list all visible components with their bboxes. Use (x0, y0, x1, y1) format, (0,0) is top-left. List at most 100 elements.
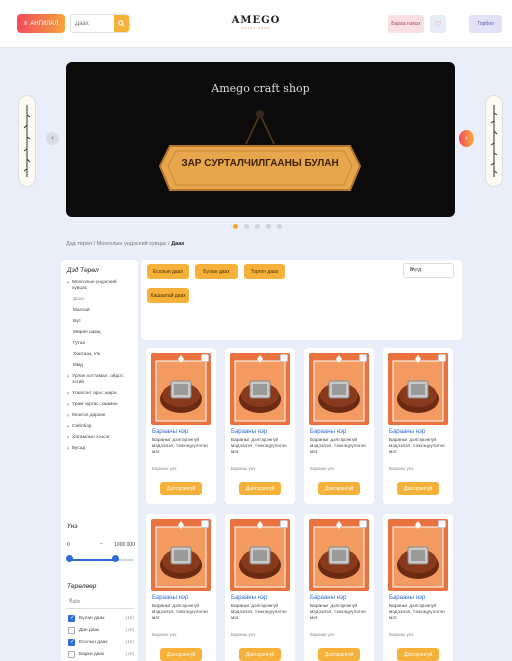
banner-next-button[interactable]: › (459, 130, 474, 147)
pagination-dot[interactable] (277, 224, 282, 229)
product-name[interactable]: Барааны нэр (231, 595, 267, 601)
favorite-button[interactable]: ♡ (280, 520, 288, 528)
filter-tag[interactable]: Торгон даах (244, 264, 285, 279)
pagination-dot[interactable] (233, 224, 238, 229)
sidebar-item[interactable]: ‹ Монголын үндэсний хувцас (67, 280, 132, 292)
favorite-button[interactable]: ♡ (359, 354, 367, 362)
product-name[interactable]: Барааны нэр (389, 429, 425, 435)
category-button[interactable]: ≡ АНГИЛАЛ (17, 14, 65, 33)
type-filter-option-label: Дан даах (79, 628, 100, 633)
chevron-left-icon: ‹ (67, 402, 69, 408)
details-button[interactable]: Дэлгэрэнгүй (318, 648, 360, 661)
checkbox[interactable] (68, 651, 75, 658)
type-filter-option-count: (10) (125, 616, 134, 621)
type-filter-option[interactable]: Бүлан даах (10) (68, 614, 134, 623)
filter-tag[interactable]: Бүлан даах (195, 264, 238, 279)
checkbox[interactable] (68, 638, 75, 646)
sidebar-item[interactable]: ‹ Угаасонт арьс шира (67, 391, 132, 397)
product-card[interactable]: ♡ Барааны нэр Бараныг дэлгэрэнгүй мэдээлэл… (304, 348, 374, 504)
product-name[interactable]: Барааны нэр (152, 429, 188, 435)
sidebar-item[interactable]: Гутал (67, 341, 132, 347)
favorite-button[interactable]: ♡ (438, 354, 446, 362)
product-card[interactable]: ♡ Барааны нэр Бараныг дэлгэрэнгүй мэдээлэл… (146, 348, 216, 504)
product-image[interactable] (151, 519, 211, 591)
filter-tag[interactable]: Хашаатай даах (147, 288, 189, 303)
promo-banner[interactable]: Amego craft shop ЗАР СУРТАЛЧИЛГААНЫ БУЛА… (66, 62, 455, 217)
product-card[interactable]: ♡ Барааны нэр Бараныг дэлгэрэнгүй мэдээлэл… (383, 514, 453, 661)
product-image[interactable] (230, 519, 290, 591)
mongol-script-scroll-right (485, 95, 503, 187)
product-image[interactable] (309, 519, 369, 591)
details-button[interactable]: Дэлгэрэнгүй (160, 482, 202, 495)
sidebar-item[interactable]: Бүс (67, 319, 132, 325)
favorite-button[interactable]: ♡ (201, 354, 209, 362)
product-image[interactable] (388, 519, 448, 591)
type-filter-search[interactable]: Хайх ⌕ (66, 596, 134, 609)
type-filter-option[interactable]: Дан даах (10) (68, 627, 134, 635)
sidebar-item[interactable]: Өмд (67, 363, 132, 369)
breadcrumb-item[interactable]: Дэд төрөл (66, 241, 92, 247)
sidebar-item[interactable]: ‹ Монгол дархан (67, 413, 132, 419)
product-name[interactable]: Барааны нэр (310, 595, 346, 601)
product-name[interactable]: Барааны нэр (231, 429, 267, 435)
favorite-button[interactable]: ♡ (438, 520, 446, 528)
product-image[interactable] (309, 353, 369, 425)
subcategory-list: ‹ Монголын үндэсний хувцас Даах Малгай Бүс Мө… (67, 280, 132, 452)
favorite-button[interactable]: ♡ (359, 520, 367, 528)
sidebar-item[interactable]: ‹ Бусад (67, 446, 132, 452)
type-filter-option[interactable]: Есхлын даах (10) (68, 638, 134, 647)
sidebar-item[interactable]: ‹ Урам зургас, хааман (67, 402, 132, 408)
details-button[interactable]: Дэлгэрэнгүй (397, 482, 439, 495)
banner-prev-button[interactable]: ‹ (46, 132, 59, 145)
sidebar-item[interactable]: ‹ Урлан хоттамал, ойдот, эсгий (67, 374, 132, 386)
details-button[interactable]: Дэлгэрэнгүй (318, 482, 360, 495)
product-card[interactable]: ♡ Барааны нэр Бараныг дэлгэрэнгүй мэдээлэл… (146, 514, 216, 661)
details-button[interactable]: Дэлгэрэнгүй (397, 648, 439, 661)
product-card[interactable]: ♡ Барааны нэр Бараныг дэлгэрэнгүй мэдээлэл… (304, 514, 374, 661)
favorite-button[interactable]: ♡ (201, 520, 209, 528)
product-description: Бараныг дэлгэрэнгүй мэдээлэл, тэнхэцүүлэ… (152, 438, 208, 455)
sidebar-title: Дэд Төрөл (67, 267, 99, 274)
logo[interactable]: AMEGO CRAFT SHOP (225, 15, 287, 30)
sort-select[interactable]: Бүгд ▼ (403, 263, 454, 278)
price-max-input[interactable]: 1000 000 (107, 542, 135, 548)
product-card[interactable]: ♡ Барааны нэр Бараныг дэлгэрэнгүй мэдээлэл… (383, 348, 453, 504)
chevron-left-icon: ‹ (67, 391, 69, 397)
product-image[interactable] (151, 353, 211, 425)
sidebar-item[interactable]: Малгай (67, 308, 132, 314)
pagination-dot[interactable] (244, 224, 249, 229)
price-min-input[interactable]: 0 (67, 542, 97, 548)
cart-button[interactable]: Торбоо (469, 15, 502, 33)
pagination-dot[interactable] (266, 224, 271, 229)
search-button[interactable] (114, 15, 129, 32)
breadcrumb-item[interactable]: Монголын үндэсний хувцас (97, 241, 167, 247)
sidebar-item-label: Малгай (73, 308, 90, 313)
product-card[interactable]: ♡ Барааны нэр Бараныг дэлгэрэнгүй мэдээлэл… (225, 348, 295, 504)
type-filter-option[interactable]: Бархи даах (10) (68, 651, 134, 659)
checkbox[interactable] (68, 627, 75, 634)
product-name[interactable]: Барааны нэр (152, 595, 188, 601)
product-price: Бараны үнэ (152, 632, 177, 637)
product-image[interactable] (230, 353, 290, 425)
sidebar-item[interactable]: Даах (67, 297, 132, 303)
sidebar-item[interactable]: Мөрөн цамц (67, 330, 132, 336)
product-name[interactable]: Барааны нэр (310, 429, 346, 435)
sidebar-item[interactable]: ‹ Сийлбэр (67, 424, 132, 430)
search-input[interactable] (75, 18, 113, 30)
price-slider-min-handle[interactable] (66, 555, 73, 562)
product-image[interactable] (388, 353, 448, 425)
details-button[interactable]: Дэлгэрэнгүй (239, 482, 281, 495)
pagination-dot[interactable] (255, 224, 260, 229)
wishlist-button[interactable]: ♡ (430, 15, 446, 33)
details-button[interactable]: Дэлгэрэнгүй (160, 648, 202, 661)
details-button[interactable]: Дэлгэрэнгүй (239, 648, 281, 661)
favorite-button[interactable]: ♡ (280, 354, 288, 362)
product-card[interactable]: ♡ Барааны нэр Бараныг дэлгэрэнгүй мэдээлэл… (225, 514, 295, 661)
filter-tag[interactable]: Есхлын даах (147, 264, 189, 279)
checkbox[interactable] (68, 614, 75, 622)
sidebar-item[interactable]: ‹ Хатамлын хээсэг (67, 435, 132, 441)
chevron-left-icon: ‹ (67, 435, 69, 441)
sidebar-item[interactable]: Хантааз, Уж (67, 352, 132, 358)
add-product-button[interactable]: Бараа нэмэх (388, 15, 424, 33)
product-name[interactable]: Барааны нэр (389, 595, 425, 601)
